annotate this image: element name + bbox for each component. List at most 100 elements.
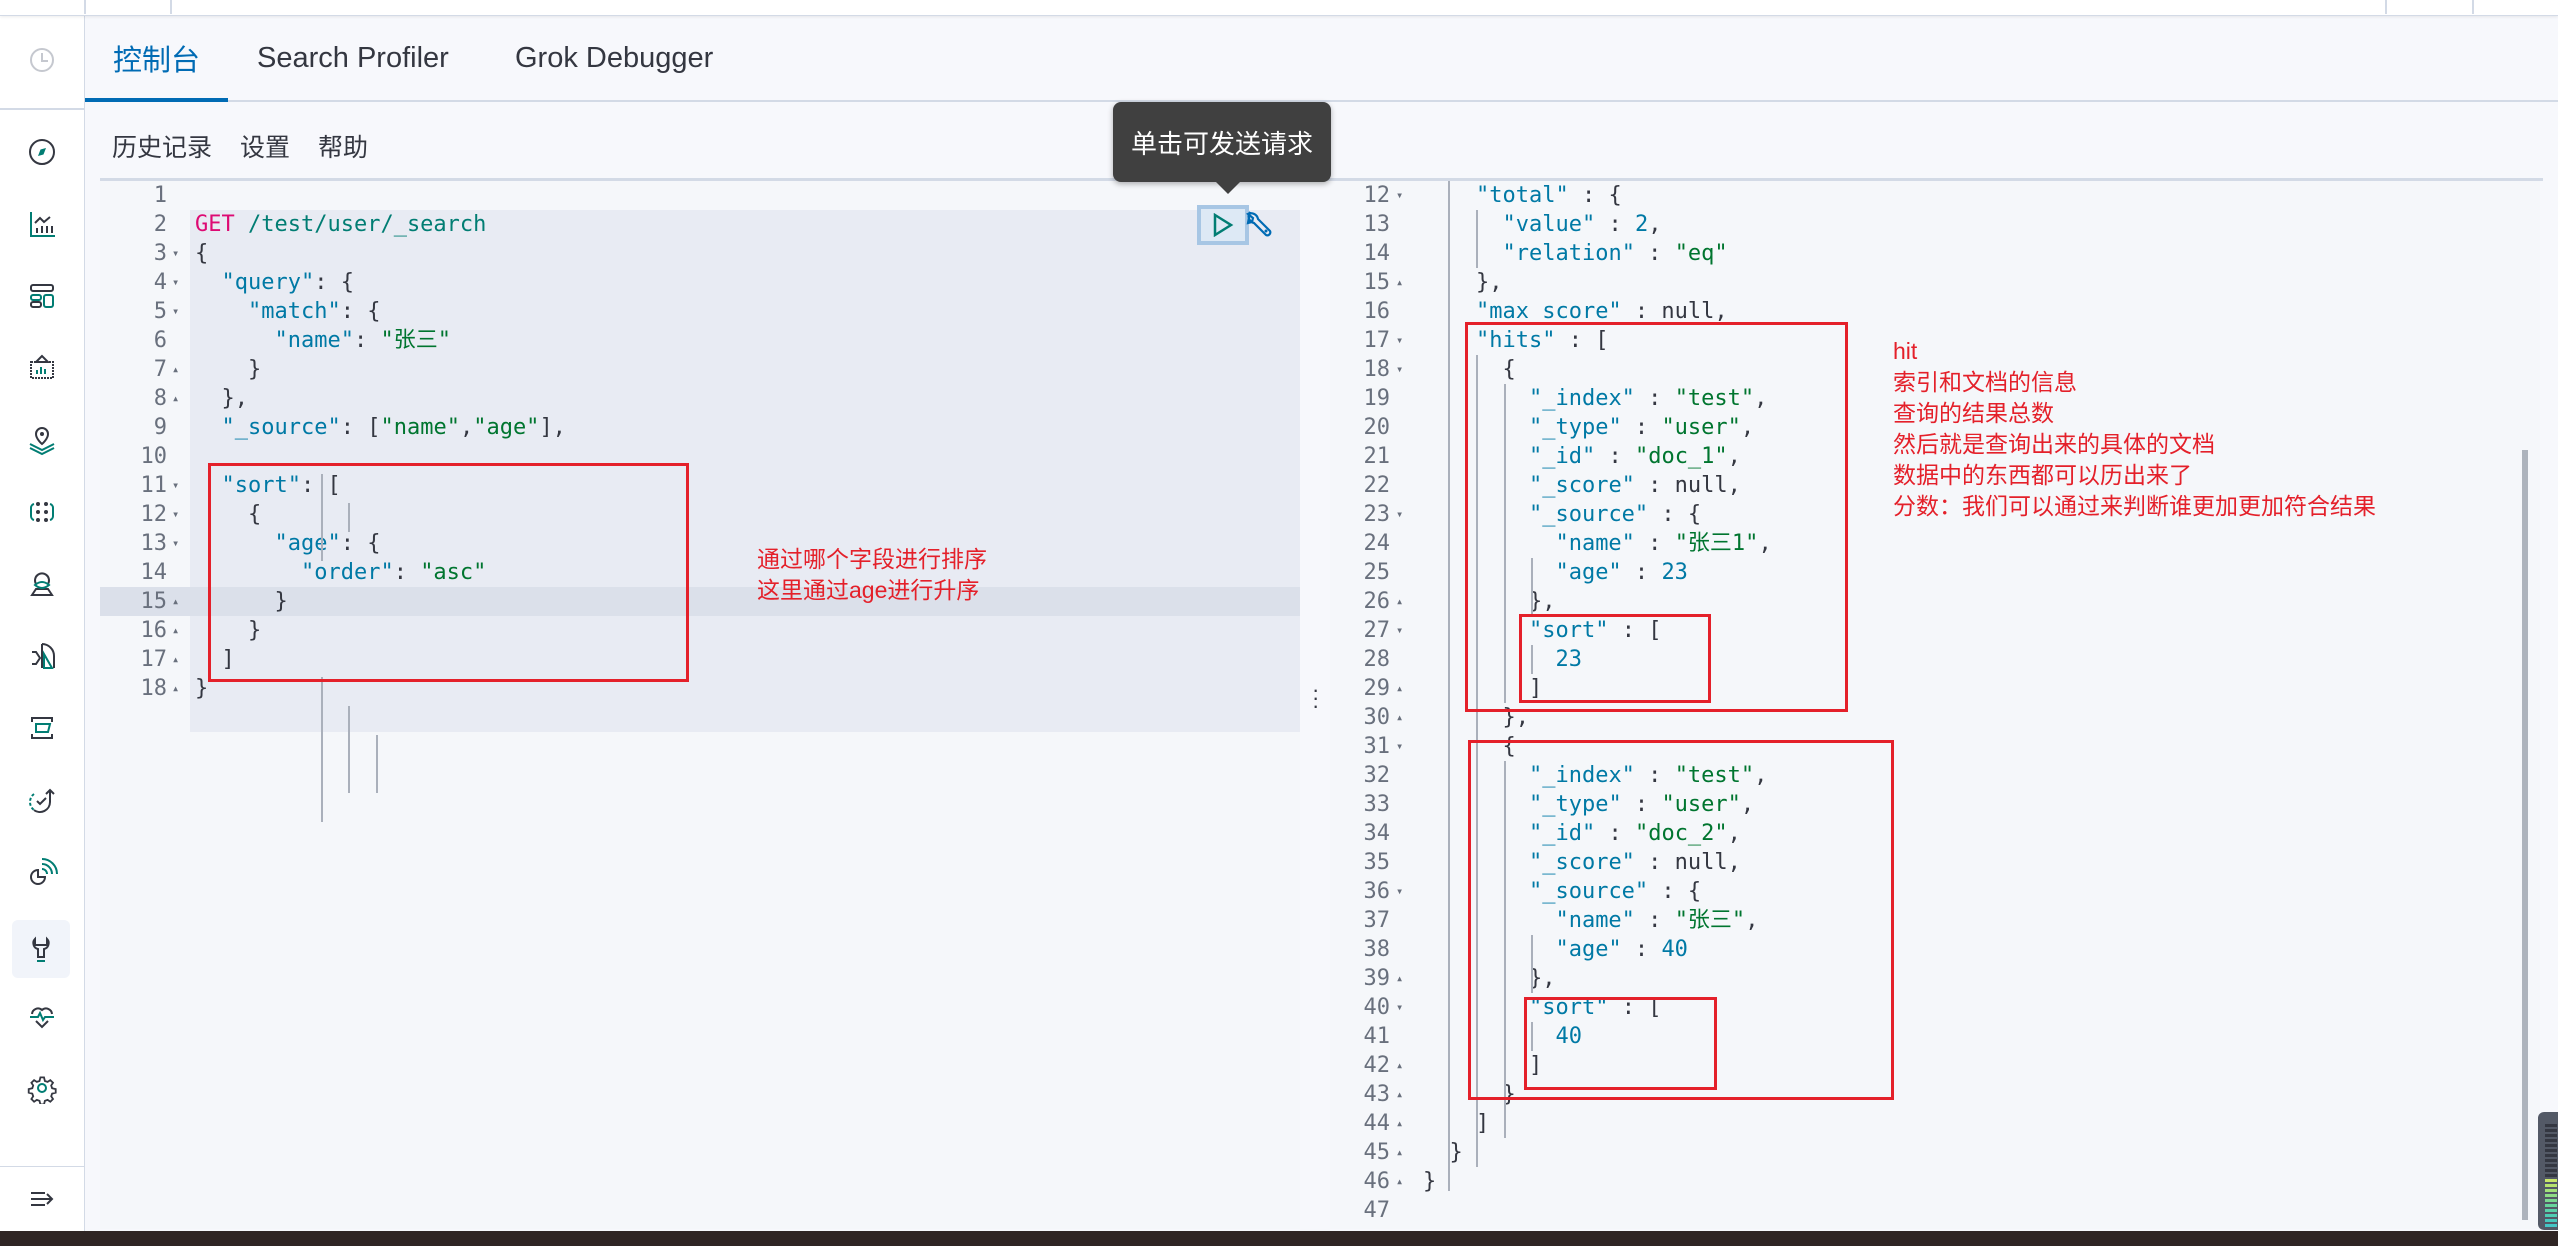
clock-icon[interactable] [22, 40, 62, 80]
fold-collapse-icon[interactable]: ▾ [1396, 326, 1403, 355]
line-number: 4 [153, 270, 167, 295]
fold-expand-icon[interactable]: ▴ [1396, 964, 1403, 993]
infrastructure-icon[interactable] [22, 708, 62, 748]
code-line: 24 "name" : "张三1", [1330, 529, 2540, 558]
meter-bar [2545, 1204, 2557, 1207]
sort-annotation: 通过哪个字段进行排序 这里通过age进行升序 [757, 544, 987, 606]
fold-collapse-icon[interactable]: ▾ [1396, 732, 1403, 761]
management-icon[interactable] [22, 1068, 62, 1108]
maps-icon[interactable] [22, 420, 62, 460]
fold-expand-icon[interactable]: ▴ [172, 616, 179, 645]
fold-expand-icon[interactable]: ▴ [172, 587, 179, 616]
fold-expand-icon[interactable]: ▴ [1396, 674, 1403, 703]
meter-bar [2545, 1159, 2557, 1162]
send-request-tooltip: 单击可发送请求 [1113, 102, 1331, 194]
line-number: 32 [1363, 763, 1391, 788]
fold-expand-icon[interactable]: ▴ [1396, 587, 1403, 616]
history-link[interactable]: 历史记录 [112, 128, 212, 164]
tab-search-profiler[interactable]: Search Profiler [257, 16, 449, 100]
fold-collapse-icon[interactable]: ▾ [1396, 877, 1403, 906]
fold-collapse-icon[interactable]: ▾ [172, 268, 179, 297]
send-request-button[interactable] [1197, 205, 1249, 245]
fold-collapse-icon[interactable]: ▾ [172, 297, 179, 326]
dashboard-icon[interactable] [22, 276, 62, 316]
fold-expand-icon[interactable]: ▴ [1396, 1080, 1403, 1109]
observability-icon[interactable] [22, 636, 62, 676]
fold-expand-icon[interactable]: ▴ [172, 674, 179, 703]
line-number: 19 [1363, 386, 1391, 411]
meter-bar [2545, 1224, 2557, 1227]
settings-link[interactable]: 设置 [240, 128, 290, 164]
line-number: 2 [153, 212, 167, 237]
line-number: 11 [140, 473, 168, 498]
line-number: 22 [1363, 473, 1391, 498]
code-text: } [195, 589, 288, 614]
code-text: "age" : 23 [1555, 560, 1688, 585]
uptime-icon[interactable] [22, 780, 62, 820]
code-line: 3 ▾ { [100, 239, 1300, 268]
fold-collapse-icon[interactable]: ▾ [1396, 616, 1403, 645]
request-editor[interactable]: 1 2 GET /test/user/_search 3 ▾{4 ▾ "query": {… [100, 181, 1300, 1229]
fold-expand-icon[interactable]: ▴ [1396, 1138, 1403, 1167]
code-text: { [195, 241, 209, 266]
fold-collapse-icon[interactable]: ▾ [172, 529, 179, 558]
line-number: 39 [1363, 966, 1391, 991]
tab-grok-debugger[interactable]: Grok Debugger [515, 16, 713, 100]
tab-console[interactable]: 控制台 [113, 16, 200, 100]
visualize-icon[interactable] [22, 204, 62, 244]
code-line: 37 "name" : "张三", [1330, 906, 2540, 935]
line-number: 14 [1363, 241, 1391, 266]
code-line: 41 40 [1330, 1022, 2540, 1051]
code-line: 25 "age" : 23 [1330, 558, 2540, 587]
fold-expand-icon[interactable]: ▴ [1396, 268, 1403, 297]
fold-expand-icon[interactable]: ▴ [1396, 1167, 1403, 1196]
code-line: 2 GET /test/user/_search [100, 210, 1300, 239]
fold-expand-icon[interactable]: ▴ [1396, 1109, 1403, 1138]
apm-icon[interactable] [22, 852, 62, 892]
fold-expand-icon[interactable]: ▴ [172, 384, 179, 413]
response-scrollbar[interactable] [2522, 450, 2528, 1220]
fold-collapse-icon[interactable]: ▾ [1396, 993, 1403, 1022]
code-line: 31 ▾ { [1330, 732, 2540, 761]
monitoring-icon[interactable] [22, 996, 62, 1036]
code-line: 13 "value" : 2, [1330, 210, 2540, 239]
canvas-icon[interactable] [22, 348, 62, 388]
code-line: 16 ▴ } [100, 616, 1300, 645]
annotation-line: 索引和文档的信息 [1893, 369, 2077, 395]
siem-icon[interactable] [22, 564, 62, 604]
fold-collapse-icon[interactable]: ▾ [1396, 181, 1403, 210]
meter-bar [2545, 1219, 2557, 1222]
dev-tools-icon[interactable] [12, 920, 70, 978]
code-line: 33 "_type" : "user", [1330, 790, 2540, 819]
code-line: 11 ▾ "sort": [ [100, 471, 1300, 500]
line-number: 35 [1363, 850, 1391, 875]
code-text: "_type" : "user", [1528, 792, 1755, 817]
line-number: 8 [153, 386, 167, 411]
fold-expand-icon[interactable]: ▴ [172, 355, 179, 384]
meter-bar [2545, 1199, 2557, 1202]
line-number: 26 [1363, 589, 1391, 614]
collapse-menu-icon[interactable] [22, 1179, 62, 1219]
indent-guide [321, 677, 323, 822]
fold-collapse-icon[interactable]: ▾ [172, 471, 179, 500]
meter-bar [2545, 1144, 2557, 1147]
drag-handle-icon: · · · [1312, 677, 1320, 718]
tab-label: Search Profiler [257, 41, 449, 74]
code-text: "query": { [221, 270, 354, 295]
divider [2385, 0, 2387, 14]
fold-expand-icon[interactable]: ▴ [172, 645, 179, 674]
console-menu: 历史记录 设置 帮助 [112, 128, 368, 164]
fold-expand-icon[interactable]: ▴ [1396, 703, 1403, 732]
ml-icon[interactable] [22, 492, 62, 532]
pane-resizer[interactable]: · · · [1300, 181, 1330, 1229]
fold-collapse-icon[interactable]: ▾ [172, 239, 179, 268]
fold-collapse-icon[interactable]: ▾ [172, 500, 179, 529]
fold-expand-icon[interactable]: ▴ [1396, 1051, 1403, 1080]
fold-collapse-icon[interactable]: ▾ [1396, 355, 1403, 384]
compass-icon[interactable] [22, 132, 62, 172]
code-text: } [195, 618, 262, 643]
help-link[interactable]: 帮助 [318, 128, 368, 164]
fold-collapse-icon[interactable]: ▾ [1396, 500, 1403, 529]
code-line: 42 ▴ ] [1330, 1051, 2540, 1080]
request-options-button[interactable] [1243, 207, 1275, 243]
